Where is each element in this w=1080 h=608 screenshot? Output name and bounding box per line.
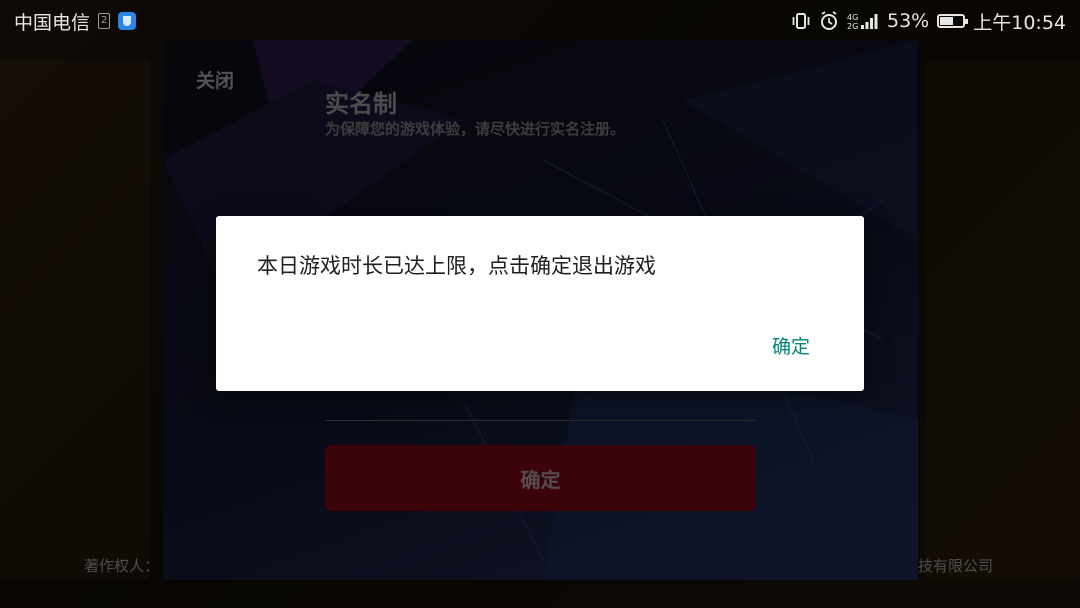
battery-fill (940, 17, 953, 25)
signal-icon: 4G 2G (847, 11, 879, 31)
battery-percent: 53% (887, 10, 930, 32)
dialog-message: 本日游戏时长已达上限，点击确定退出游戏 (257, 254, 656, 278)
dialog-ok-button[interactable]: 确定 (772, 332, 810, 359)
clock: 上午10:54 (973, 11, 1066, 34)
game-screen: 中国电信 2 4G 2G 53% 上午10:54 关闭 实名制 为保障您的游戏体… (0, 0, 1080, 608)
status-bar: 中国电信 2 4G 2G 53% 上午10:54 (0, 0, 1080, 42)
alarm-icon (819, 11, 839, 31)
carrier-name: 中国电信 (14, 11, 91, 34)
shield-icon (118, 12, 137, 30)
status-right: 4G 2G 53% 上午10:54 (791, 8, 1066, 35)
sim-slot-icon: 2 (98, 13, 111, 29)
svg-text:4G: 4G (847, 13, 858, 22)
vibrate-icon (791, 12, 811, 30)
status-left: 中国电信 2 (14, 8, 137, 35)
battery-icon (937, 14, 969, 28)
play-time-limit-dialog: 本日游戏时长已达上限，点击确定退出游戏 确定 (216, 216, 864, 391)
svg-text:2G: 2G (847, 22, 858, 31)
